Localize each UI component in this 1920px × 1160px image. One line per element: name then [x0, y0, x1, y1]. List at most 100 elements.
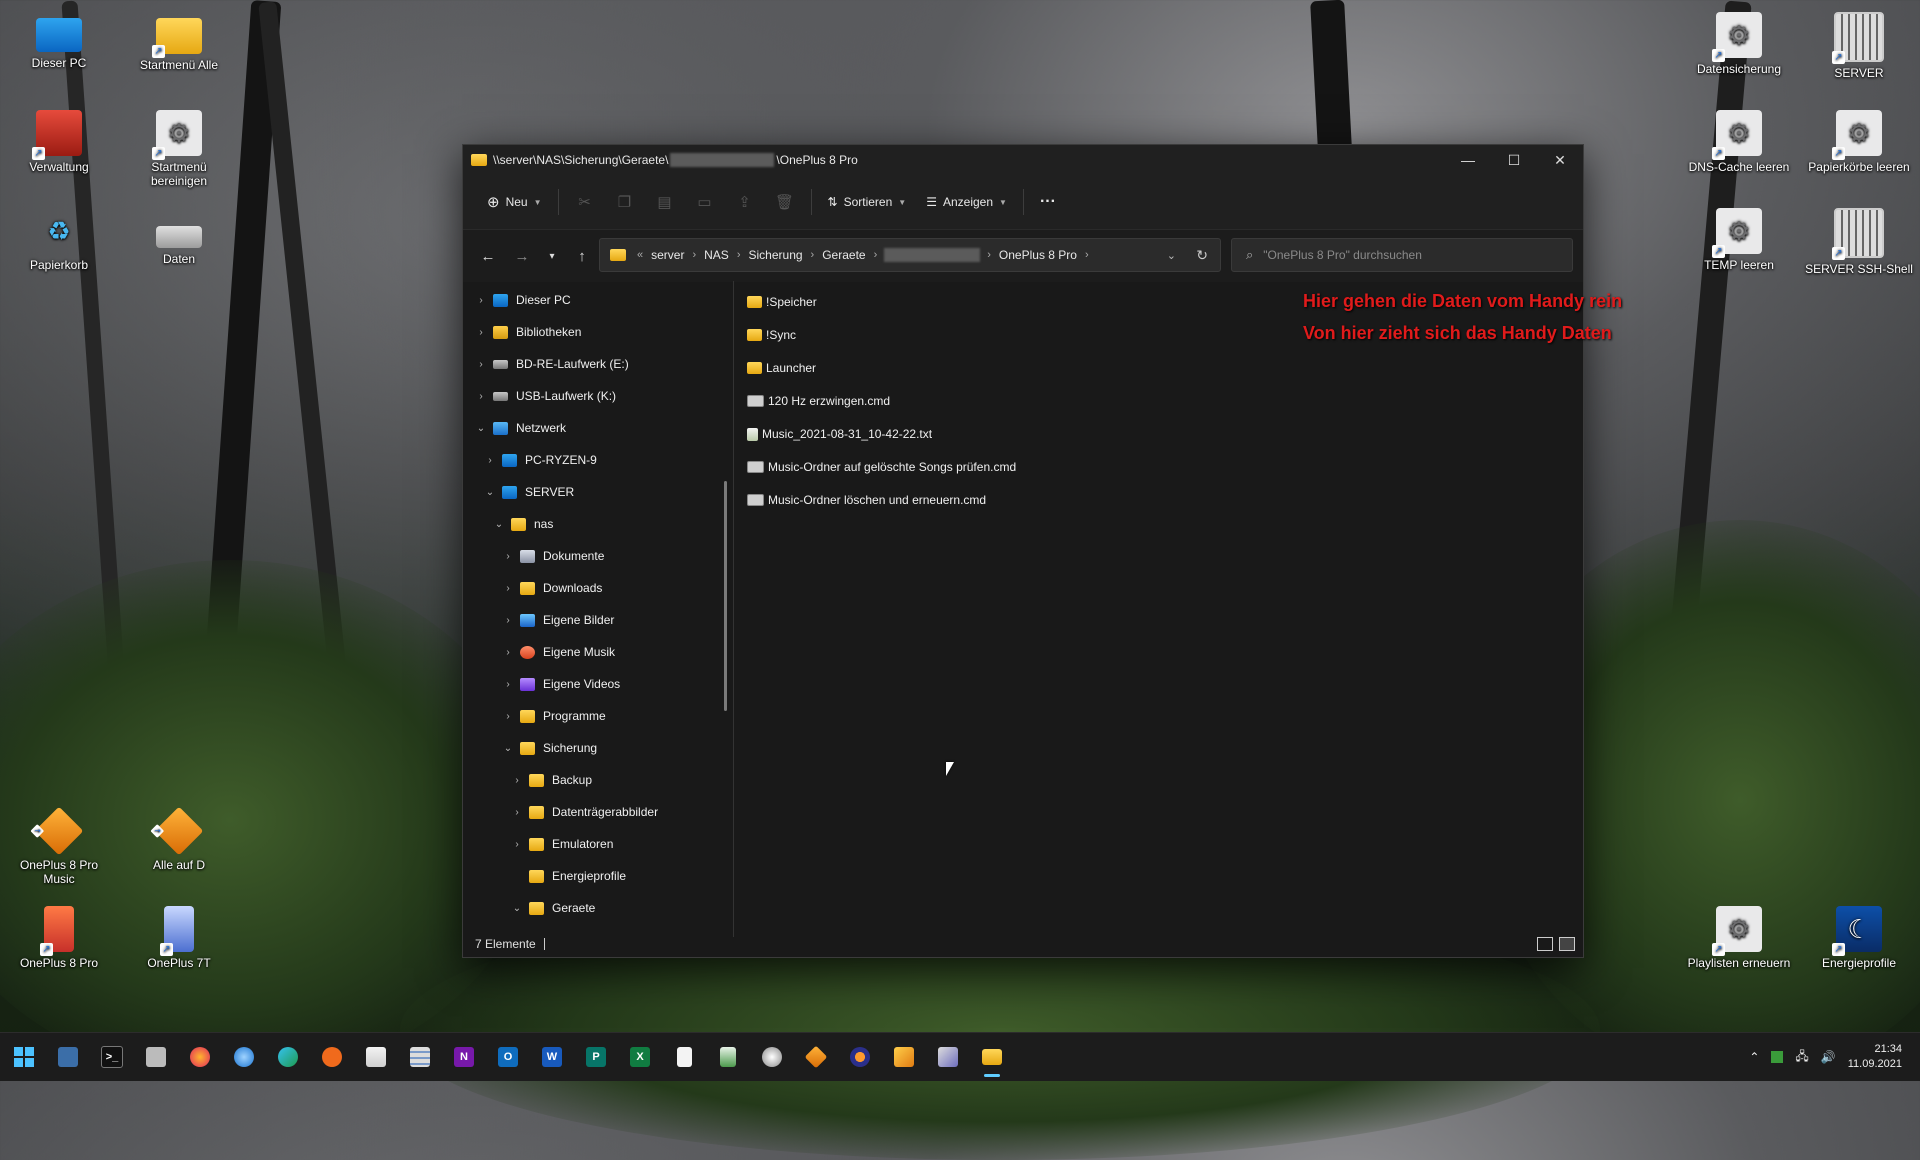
- chevron-right-icon[interactable]: ›: [473, 327, 489, 338]
- taskbar-excel[interactable]: X: [618, 1035, 662, 1079]
- desktop-icon-temp-leeren[interactable]: ⚙ TEMP leeren: [1684, 208, 1794, 272]
- chevron-right-icon[interactable]: ›: [692, 249, 696, 261]
- tree-item[interactable]: ⌄ SERVER: [482, 481, 574, 503]
- taskbar-tools[interactable]: [882, 1035, 926, 1079]
- chevron-right-icon[interactable]: ›: [811, 249, 815, 261]
- breadcrumb-nas[interactable]: NAS: [704, 248, 729, 262]
- tree-item[interactable]: › Datenträgerabbilder: [509, 801, 658, 823]
- chevron-right-icon[interactable]: ›: [500, 551, 516, 562]
- tree-item[interactable]: › Dieser PC: [473, 289, 570, 311]
- share-icon[interactable]: ⇪: [725, 193, 765, 211]
- taskbar-onenote[interactable]: N: [442, 1035, 486, 1079]
- taskbar-firefox[interactable]: [178, 1035, 222, 1079]
- taskbar-app-orange[interactable]: [310, 1035, 354, 1079]
- scrollbar-thumb[interactable]: [724, 481, 727, 711]
- tree-item[interactable]: › Eigene Musik: [500, 641, 615, 663]
- desktop-icon-verwaltung[interactable]: Verwaltung: [4, 110, 114, 174]
- breadcrumb-server[interactable]: server: [651, 248, 684, 262]
- tree-item[interactable]: › USB-Laufwerk (K:): [473, 385, 616, 407]
- tree-item[interactable]: ⌄ Sicherung: [500, 737, 597, 759]
- tree-item[interactable]: › Backup: [509, 769, 592, 791]
- chevron-down-icon[interactable]: ⌄: [509, 903, 525, 914]
- taskbar-calculator[interactable]: [398, 1035, 442, 1079]
- start-button[interactable]: [2, 1035, 46, 1079]
- desktop-icon-energieprofile[interactable]: ☾ Energieprofile: [1804, 906, 1914, 970]
- chevron-down-icon[interactable]: ⌄: [482, 487, 498, 498]
- taskbar-monitor[interactable]: [46, 1035, 90, 1079]
- taskbar-terminal[interactable]: >_: [90, 1035, 134, 1079]
- desktop-icon-oneplus-music[interactable]: OnePlus 8 Pro Music: [4, 806, 114, 886]
- chevron-right-icon[interactable]: ›: [737, 249, 741, 261]
- desktop-icon-server[interactable]: SERVER: [1804, 12, 1914, 80]
- file-item[interactable]: Music-Ordner löschen und erneuern.cmd: [747, 489, 986, 511]
- more-button[interactable]: ···: [1030, 186, 1066, 218]
- chevron-right-icon[interactable]: ›: [500, 583, 516, 594]
- taskbar-winamp[interactable]: [794, 1035, 838, 1079]
- sort-button[interactable]: ⇅ Sortieren ▼: [818, 186, 917, 218]
- chevron-right-icon[interactable]: ›: [509, 775, 525, 786]
- taskbar-explorer[interactable]: [970, 1035, 1014, 1079]
- tree-item[interactable]: ⌄ nas: [491, 513, 554, 535]
- chevron-right-icon[interactable]: ›: [509, 807, 525, 818]
- chevron-right-icon[interactable]: ›: [473, 391, 489, 402]
- chevron-right-icon[interactable]: ›: [987, 249, 991, 261]
- address-bar[interactable]: « server › NAS › Sicherung › Geraete › ›…: [599, 238, 1221, 272]
- tray-app-icon[interactable]: [1771, 1051, 1784, 1063]
- chevron-right-icon[interactable]: ›: [473, 295, 489, 306]
- chevron-right-icon[interactable]: ›: [1085, 249, 1089, 261]
- desktop-icon-startmenue-alle[interactable]: Startmenü Alle: [124, 12, 234, 72]
- file-item[interactable]: !Speicher: [747, 291, 817, 313]
- copy-icon[interactable]: ❐: [605, 193, 645, 211]
- tree-item[interactable]: ⌄ Netzwerk: [473, 417, 566, 439]
- chevron-right-icon[interactable]: ›: [500, 679, 516, 690]
- file-item[interactable]: Music-Ordner auf gelöschte Songs prüfen.…: [747, 456, 1016, 478]
- chevron-right-icon[interactable]: ›: [500, 647, 516, 658]
- chevron-right-icon[interactable]: ›: [509, 839, 525, 850]
- desktop-icon-startmenue-bereinigen[interactable]: ⚙ Startmenü bereinigen: [124, 110, 234, 188]
- tree-item[interactable]: › Bibliotheken: [473, 321, 581, 343]
- new-button[interactable]: ⊕ Neu ▼: [477, 186, 552, 218]
- chevron-down-icon[interactable]: ⌄: [500, 743, 516, 754]
- minimize-button[interactable]: —: [1445, 145, 1491, 175]
- taskbar-notepad[interactable]: [662, 1035, 706, 1079]
- file-item[interactable]: Launcher: [747, 357, 816, 379]
- breadcrumb-current[interactable]: OnePlus 8 Pro: [999, 248, 1077, 262]
- tree-item[interactable]: › Emulatoren: [509, 833, 613, 855]
- taskbar-publisher[interactable]: P: [574, 1035, 618, 1079]
- taskbar-disk[interactable]: [750, 1035, 794, 1079]
- file-item[interactable]: 120 Hz erzwingen.cmd: [747, 390, 890, 412]
- search-box[interactable]: ⌕ "OnePlus 8 Pro" durchsuchen: [1231, 238, 1573, 272]
- tree-item[interactable]: › PC-RYZEN-9: [482, 449, 596, 471]
- breadcrumb-sicherung[interactable]: Sicherung: [749, 248, 803, 262]
- tree-item[interactable]: › Downloads: [500, 577, 602, 599]
- taskbar-store[interactable]: [354, 1035, 398, 1079]
- taskbar-vpn[interactable]: [838, 1035, 882, 1079]
- taskbar-word[interactable]: W: [530, 1035, 574, 1079]
- forward-arrow-icon[interactable]: →: [505, 248, 539, 265]
- tree-item[interactable]: › Dokumente: [500, 545, 604, 567]
- breadcrumb-geraete[interactable]: Geraete: [822, 248, 865, 262]
- network-icon[interactable]: 🖧: [1795, 1047, 1808, 1068]
- details-view-icon[interactable]: [1537, 937, 1553, 951]
- desktop-icon-dieser-pc[interactable]: Dieser PC: [4, 12, 114, 70]
- chevron-right-icon[interactable]: ›: [482, 455, 498, 466]
- tree-item[interactable]: Energieprofile: [509, 865, 626, 887]
- tiles-view-icon[interactable]: [1559, 937, 1575, 951]
- taskbar-thunderbird[interactable]: [222, 1035, 266, 1079]
- tree-item[interactable]: ⌄ Geraete: [509, 897, 596, 919]
- desktop-icon-playlisten[interactable]: ⚙ Playlisten erneuern: [1684, 906, 1794, 970]
- taskbar-keyboard[interactable]: [134, 1035, 178, 1079]
- view-button[interactable]: ☰ Anzeigen ▼: [916, 186, 1017, 218]
- maximize-button[interactable]: ☐: [1491, 145, 1537, 175]
- close-button[interactable]: ✕: [1537, 145, 1583, 175]
- taskbar-media[interactable]: [926, 1035, 970, 1079]
- desktop-icon-oneplus-8-pro[interactable]: OnePlus 8 Pro: [4, 906, 114, 970]
- delete-icon[interactable]: 🗑: [765, 193, 805, 211]
- taskbar-edge[interactable]: [266, 1035, 310, 1079]
- tree-item[interactable]: › BD-RE-Laufwerk (E:): [473, 353, 628, 375]
- recent-chevron-icon[interactable]: ▾: [539, 251, 565, 262]
- volume-icon[interactable]: 🔊: [1821, 1050, 1836, 1064]
- chevron-right-icon[interactable]: ›: [874, 249, 878, 261]
- desktop-icon-daten[interactable]: Daten: [124, 208, 234, 266]
- chevron-right-icon[interactable]: ›: [473, 359, 489, 370]
